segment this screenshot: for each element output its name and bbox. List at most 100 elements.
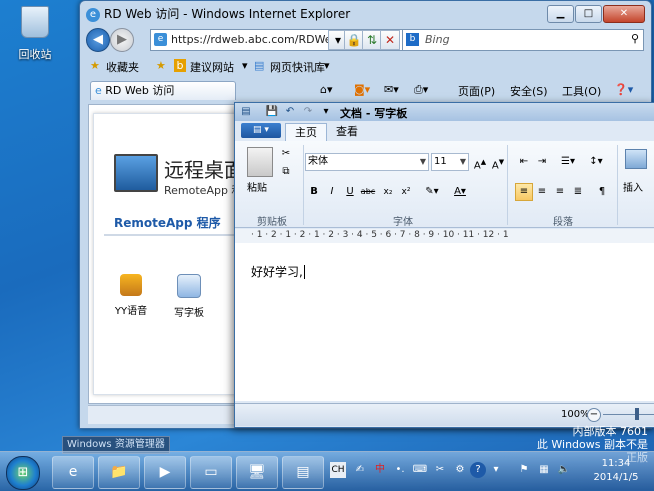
add-favorite-icon[interactable]: ★	[156, 59, 166, 72]
tab-view[interactable]: 查看	[327, 123, 367, 140]
shrink-font-icon[interactable]: A▼	[489, 153, 507, 171]
favorites-star-icon[interactable]: ★	[90, 59, 100, 72]
ruler-ticks: · 1 · 2 · 1 · 2 · 1 · 2 · 3 · 4 · 5 · 6 …	[251, 230, 509, 240]
justify-icon[interactable]: ≣	[569, 183, 587, 201]
taskbar-remote-desktop-icon[interactable]: 🖥	[236, 456, 278, 489]
ime-help-icon[interactable]: ?	[470, 462, 486, 478]
highlight-color-icon[interactable]: ✎▾	[419, 183, 445, 201]
subscript-icon[interactable]: x₂	[379, 183, 397, 201]
back-button[interactable]: ◀	[86, 28, 110, 52]
ime-mode-indicator[interactable]: 中	[372, 462, 388, 478]
insert-button[interactable]: 插入	[623, 179, 643, 194]
italic-icon[interactable]: I	[323, 183, 341, 201]
taskbar-cmd-icon[interactable]: ▭	[190, 456, 232, 489]
ime-tools-icon[interactable]: ✂	[432, 462, 448, 478]
zoom-slider-thumb[interactable]	[635, 408, 639, 420]
file-menu-button[interactable]: ▤ ▾	[241, 123, 281, 138]
rdweb-title: 远程桌面	[164, 158, 240, 182]
tab-page-icon: e	[95, 84, 102, 97]
taskbar-explorer-icon[interactable]: 📁	[98, 456, 140, 489]
remoteapp-programs-tab[interactable]: RemoteApp 程序	[114, 214, 221, 231]
redo-icon[interactable]: ↷	[301, 105, 315, 118]
suggested-sites-link[interactable]: 建议网站	[190, 59, 234, 75]
volume-icon[interactable]: 🔈	[556, 462, 572, 478]
forward-button[interactable]: ▶	[110, 28, 134, 52]
build-number: 内部版本 7601	[572, 425, 649, 438]
picture-icon[interactable]	[625, 149, 647, 169]
suggested-sites-dropdown-icon[interactable]: ▾	[242, 59, 248, 72]
maximize-button[interactable]: □	[575, 5, 602, 23]
rdweb-page: 远程桌面 RemoteApp 和 RemoteApp 程序 YY语音 写字板	[93, 113, 243, 395]
bullet-list-icon[interactable]: ☰▾	[555, 153, 581, 171]
close-button[interactable]: ✕	[603, 5, 645, 23]
taskbar-media-player-icon[interactable]: ▶	[144, 456, 186, 489]
tray-chevron-icon[interactable]: ▾	[488, 462, 504, 478]
app-wordpad[interactable]: 写字板	[164, 274, 214, 319]
language-indicator[interactable]: CH	[330, 462, 346, 478]
save-icon[interactable]: 💾	[265, 105, 279, 118]
font-name-value: 宋体	[308, 156, 328, 167]
action-center-flag-icon[interactable]: ⚑	[516, 462, 532, 478]
decrease-indent-icon[interactable]: ⇤	[515, 153, 533, 171]
superscript-icon[interactable]: x²	[397, 183, 415, 201]
lock-icon[interactable]: 🔒	[344, 30, 364, 50]
recycle-bin-icon	[21, 6, 49, 38]
text-cursor: ​	[303, 265, 305, 279]
paste-label[interactable]: 粘贴	[247, 179, 267, 194]
bold-icon[interactable]: B	[305, 183, 323, 201]
document-text[interactable]: 好好学习,​	[251, 263, 305, 280]
document-area[interactable]: 好好学习,​	[235, 243, 654, 401]
refresh-icon[interactable]: ⇅	[362, 30, 382, 50]
ime-icon[interactable]: ✍	[352, 462, 368, 478]
minimize-button[interactable]: ▁	[547, 5, 574, 23]
stop-icon[interactable]: ✕	[380, 30, 400, 50]
chevron-down-icon: ▼	[459, 157, 466, 166]
search-icon[interactable]: ⚲	[631, 32, 639, 45]
start-button[interactable]: ⊞	[6, 456, 40, 490]
align-center-icon[interactable]: ≡	[533, 183, 551, 201]
feeds-icon[interactable]: ◙▾	[354, 83, 370, 96]
zoom-slider[interactable]	[603, 414, 654, 415]
undo-icon[interactable]: ↶	[283, 105, 297, 118]
zoom-out-icon[interactable]: −	[587, 408, 601, 422]
clock[interactable]: 11:34 2014/1/5	[586, 457, 646, 485]
taskbar-ie-icon[interactable]: e	[52, 456, 94, 489]
align-right-icon[interactable]: ≡	[551, 183, 569, 201]
recycle-bin[interactable]: 回收站	[12, 6, 58, 62]
tools-menu[interactable]: 工具(O)	[562, 83, 601, 99]
tab-rdweb[interactable]: e RD Web 访问	[90, 81, 236, 100]
app-yy-voice[interactable]: YY语音	[106, 274, 156, 317]
ime-keyboard-icon[interactable]: ⌨	[412, 462, 428, 478]
print-icon[interactable]: ⎙▾	[414, 83, 428, 97]
font-size-combo[interactable]: 11 ▼	[431, 153, 469, 171]
web-slice-gallery-link[interactable]: 网页快讯库	[270, 59, 325, 75]
font-name-combo[interactable]: 宋体 ▼	[305, 153, 429, 171]
align-left-icon[interactable]: ≡	[515, 183, 533, 201]
quick-access-dropdown-icon[interactable]: ▾	[319, 105, 333, 118]
mail-icon[interactable]: ✉▾	[384, 83, 399, 96]
cut-icon[interactable]: ✂	[277, 145, 295, 163]
paste-icon[interactable]	[247, 147, 273, 177]
grow-font-icon[interactable]: A▲	[471, 153, 489, 171]
font-color-icon[interactable]: A▾	[447, 183, 473, 201]
strikethrough-icon[interactable]: abc	[359, 183, 377, 201]
safety-menu[interactable]: 安全(S)	[510, 83, 548, 99]
ime-settings-icon[interactable]: ⚙	[452, 462, 468, 478]
paragraph-settings-icon[interactable]: ¶	[593, 183, 611, 201]
home-icon[interactable]: ⌂▾	[320, 83, 333, 96]
web-slice-dropdown-icon[interactable]: ▾	[324, 59, 330, 72]
increase-indent-icon[interactable]: ⇥	[533, 153, 551, 171]
copy-icon[interactable]: ⧉	[277, 163, 295, 181]
taskbar-wordpad-icon[interactable]: ▤	[282, 456, 324, 489]
search-box[interactable]: b Bing ⚲	[402, 29, 644, 51]
favorites-button[interactable]: 收藏夹	[106, 59, 139, 75]
network-icon[interactable]: ▦	[536, 462, 552, 478]
search-placeholder: Bing	[425, 33, 450, 46]
address-text: https://rdweb.abc.com/RDWeb,	[171, 33, 343, 46]
ime-punctuation-icon[interactable]: •.	[392, 462, 408, 478]
page-menu[interactable]: 页面(P)	[458, 83, 495, 99]
underline-icon[interactable]: U	[341, 183, 359, 201]
tab-home[interactable]: 主页	[285, 123, 327, 141]
line-spacing-icon[interactable]: ↕▾	[583, 153, 609, 171]
help-icon[interactable]: ❓▾	[614, 83, 633, 96]
